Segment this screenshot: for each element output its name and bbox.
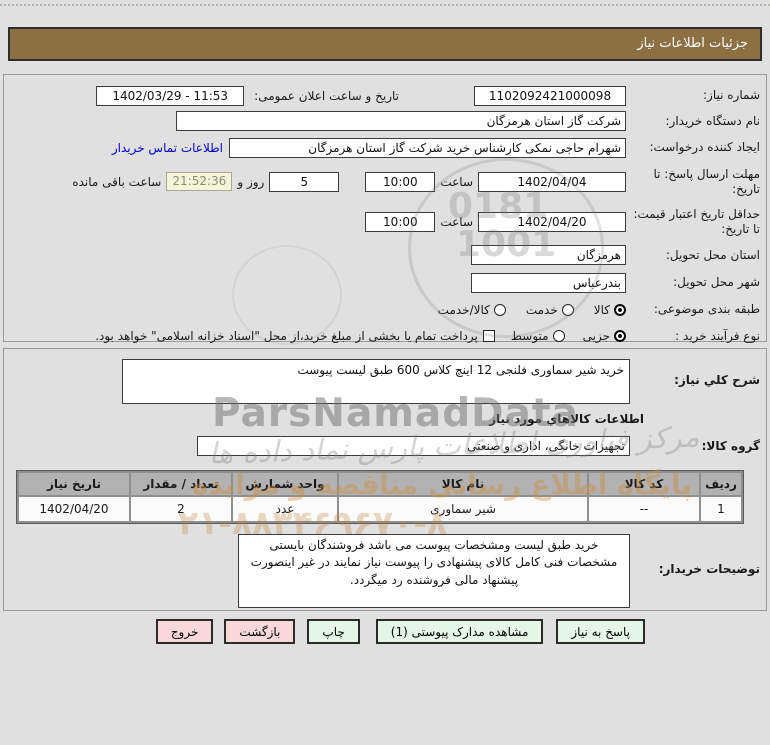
back-button[interactable]: بازگشت [224, 619, 296, 644]
cell-goods-name: شیر سماوری [339, 497, 587, 521]
purchase-type-label: نوع فرآیند خرید : [675, 328, 760, 343]
col-goods-name: نام کالا [339, 473, 587, 495]
radio-goods-selected[interactable] [614, 303, 626, 316]
view-attached-docs-button[interactable]: مشاهده مدارک پیوستی (1) [375, 619, 544, 644]
reply-deadline-time-field[interactable] [365, 171, 436, 192]
delivery-province-field[interactable] [471, 245, 626, 265]
buyer-contact-link[interactable]: اطلاعات تماس خریدار [112, 141, 223, 155]
subject-class-label: طبقه بندی موضوعی: [653, 302, 760, 316]
price-validity-label: حداقل تاریخ اعتبار قیمت: تا تاریخ: [633, 206, 760, 236]
goods-section-title: اطلاعات کالاهاي مورد نیاز [489, 412, 644, 426]
need-desc-textarea[interactable]: خرید شیر سماوری فلنجی 12 اینچ کلاس 600 ط… [122, 359, 630, 404]
goods-table-header-row: ردیف کد کالا نام کالا واحد شمارش تعداد /… [19, 473, 741, 495]
need-number-field[interactable] [474, 85, 626, 106]
goods-table: ردیف کد کالا نام کالا واحد شمارش تعداد /… [16, 470, 744, 524]
exit-button[interactable]: خروج [155, 619, 214, 644]
goods-table-row: 1 -- شیر سماوری عدد 2 1402/04/20 [19, 497, 741, 521]
col-count-unit: واحد شمارش [233, 473, 337, 495]
request-creator-field[interactable] [229, 137, 626, 158]
reply-to-need-button[interactable]: پاسخ به نیاز [556, 619, 645, 644]
treasury-checkbox-label: پرداخت تمام یا بخشی از مبلغ خرید،از محل … [95, 329, 478, 343]
delivery-city-field[interactable] [471, 272, 626, 293]
request-creator-label: ایجاد کننده درخواست: [649, 140, 760, 154]
buyer-org-field[interactable] [176, 111, 626, 131]
countdown-label: ساعت باقی مانده [72, 174, 162, 189]
goods-group-label: گروه کالا: [701, 438, 760, 453]
announce-datetime-label: تاریخ و ساعت اعلان عمومی: [254, 88, 399, 103]
need-number-label: شماره نیاز: [703, 88, 760, 102]
cell-row-number: 1 [701, 497, 741, 521]
radio-service[interactable] [561, 303, 574, 316]
cell-quantity: 2 [131, 497, 231, 521]
cell-need-date: 1402/04/20 [19, 497, 129, 521]
need-desc-label: شرح کلي نیاز: [674, 373, 760, 387]
delivery-city-label: شهر محل تحویل: [673, 275, 760, 289]
buyer-notes-textarea[interactable]: خرید طبق لیست ومشخصات پیوست می باشد فروش… [238, 534, 630, 608]
delivery-province-label: استان محل تحویل: [665, 247, 760, 262]
col-goods-code: کد کالا [589, 473, 699, 495]
days-label: روز و [237, 174, 265, 189]
col-need-date: تاریخ نیاز [19, 473, 129, 495]
countdown-timer: 21:52:36 [166, 172, 233, 191]
announce-datetime-field[interactable] [96, 85, 245, 106]
goods-info-panel: شرح کلي نیاز: خرید شیر سماوری فلنجی 12 ا… [3, 348, 767, 611]
reply-deadline-date-field[interactable] [478, 171, 626, 192]
treasury-checkbox[interactable] [482, 330, 495, 342]
radio-goods-label: کالا [593, 302, 610, 317]
reply-deadline-label: مهلت ارسال پاسخ: تا تاریخ: [653, 166, 760, 196]
need-details-page: جزئیات اطلاعات نیاز شماره نیاز: تاریخ و … [0, 0, 770, 745]
buyer-org-label: نام دستگاه خریدار: [665, 113, 761, 128]
radio-medium[interactable] [552, 330, 565, 342]
radio-goods-service-label: کالا/خدمت [437, 302, 490, 317]
reply-hour-label: ساعت [440, 174, 473, 189]
radio-service-label: خدمت [525, 302, 558, 317]
price-hour-label: ساعت [440, 214, 473, 229]
radio-medium-label: متوسط [510, 329, 549, 343]
cell-goods-code: -- [589, 497, 699, 521]
cell-count-unit: عدد [233, 497, 337, 521]
col-quantity: تعداد / مقدار [131, 473, 231, 495]
days-remaining-field[interactable] [269, 171, 340, 192]
need-info-panel: شماره نیاز: تاریخ و ساعت اعلان عمومی: نا… [3, 74, 767, 343]
buyer-notes-label: توضیحات خریدار: [658, 562, 760, 576]
radio-partial-label: جزیی [582, 329, 610, 343]
print-button[interactable]: چاپ [307, 619, 360, 644]
radio-goods-service[interactable] [493, 303, 506, 316]
radio-partial-selected[interactable] [614, 330, 626, 342]
price-validity-time-field[interactable] [365, 211, 436, 232]
top-dotted-divider [0, 4, 770, 6]
col-row-number: ردیف [701, 473, 741, 495]
goods-group-field[interactable] [197, 436, 630, 456]
page-title: جزئیات اطلاعات نیاز [8, 27, 762, 61]
price-validity-date-field[interactable] [478, 211, 626, 232]
action-buttons: پاسخ به نیاز مشاهده مدارک پیوستی (1) چاپ… [155, 619, 645, 644]
